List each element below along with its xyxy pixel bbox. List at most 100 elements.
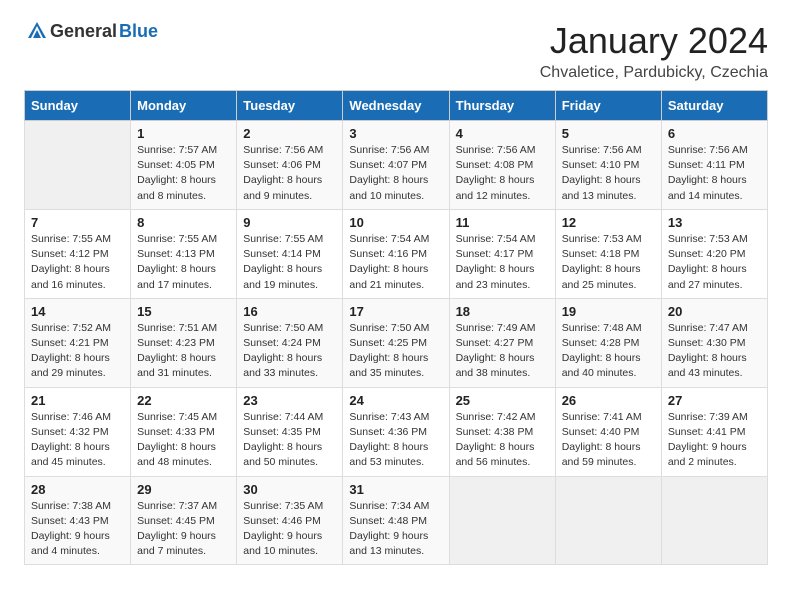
day-info: Sunrise: 7:35 AM Sunset: 4:46 PM Dayligh… xyxy=(243,499,336,560)
day-info: Sunrise: 7:46 AM Sunset: 4:32 PM Dayligh… xyxy=(31,410,124,471)
day-info: Sunrise: 7:49 AM Sunset: 4:27 PM Dayligh… xyxy=(456,321,549,382)
calendar-cell: 23 Sunrise: 7:44 AM Sunset: 4:35 PM Dayli… xyxy=(237,387,343,476)
weekday-saturday: Saturday xyxy=(661,91,767,121)
day-number: 27 xyxy=(668,393,761,408)
day-number: 13 xyxy=(668,215,761,230)
calendar-cell: 3 Sunrise: 7:56 AM Sunset: 4:07 PM Daylig… xyxy=(343,121,449,210)
day-info: Sunrise: 7:56 AM Sunset: 4:07 PM Dayligh… xyxy=(349,143,442,204)
calendar-cell: 4 Sunrise: 7:56 AM Sunset: 4:08 PM Daylig… xyxy=(449,121,555,210)
calendar-cell xyxy=(25,121,131,210)
day-info: Sunrise: 7:56 AM Sunset: 4:10 PM Dayligh… xyxy=(562,143,655,204)
day-info: Sunrise: 7:54 AM Sunset: 4:16 PM Dayligh… xyxy=(349,232,442,293)
calendar-cell: 26 Sunrise: 7:41 AM Sunset: 4:40 PM Dayli… xyxy=(555,387,661,476)
calendar-cell: 16Sunrise: 7:50 AM Sunset: 4:24 PM Dayli… xyxy=(237,298,343,387)
day-info: Sunrise: 7:38 AM Sunset: 4:43 PM Dayligh… xyxy=(31,499,124,560)
calendar-subtitle: Chvaletice, Pardubicky, Czechia xyxy=(540,64,768,82)
day-number: 24 xyxy=(349,393,442,408)
calendar-cell: 22 Sunrise: 7:45 AM Sunset: 4:33 PM Dayli… xyxy=(131,387,237,476)
day-info: Sunrise: 7:43 AM Sunset: 4:36 PM Dayligh… xyxy=(349,410,442,471)
day-number: 8 xyxy=(137,215,230,230)
day-info: Sunrise: 7:42 AM Sunset: 4:38 PM Dayligh… xyxy=(456,410,549,471)
day-info: Sunrise: 7:51 AM Sunset: 4:23 PM Dayligh… xyxy=(137,321,230,382)
day-number: 17 xyxy=(349,304,442,319)
weekday-tuesday: Tuesday xyxy=(237,91,343,121)
day-number: 2 xyxy=(243,126,336,141)
calendar-cell: 5 Sunrise: 7:56 AM Sunset: 4:10 PM Daylig… xyxy=(555,121,661,210)
logo-text-general: General xyxy=(50,21,117,42)
calendar-cell: 19Sunrise: 7:48 AM Sunset: 4:28 PM Dayli… xyxy=(555,298,661,387)
weekday-wednesday: Wednesday xyxy=(343,91,449,121)
week-row-4: 21 Sunrise: 7:46 AM Sunset: 4:32 PM Dayli… xyxy=(25,387,768,476)
day-info: Sunrise: 7:56 AM Sunset: 4:08 PM Dayligh… xyxy=(456,143,549,204)
day-info: Sunrise: 7:55 AM Sunset: 4:12 PM Dayligh… xyxy=(31,232,124,293)
day-number: 14 xyxy=(31,304,124,319)
calendar-cell: 25 Sunrise: 7:42 AM Sunset: 4:38 PM Dayli… xyxy=(449,387,555,476)
day-info: Sunrise: 7:53 AM Sunset: 4:18 PM Dayligh… xyxy=(562,232,655,293)
calendar-cell: 11Sunrise: 7:54 AM Sunset: 4:17 PM Dayli… xyxy=(449,209,555,298)
title-block: January 2024 Chvaletice, Pardubicky, Cze… xyxy=(540,20,768,82)
calendar-cell xyxy=(449,476,555,565)
day-number: 25 xyxy=(456,393,549,408)
day-info: Sunrise: 7:57 AM Sunset: 4:05 PM Dayligh… xyxy=(137,143,230,204)
day-number: 29 xyxy=(137,482,230,497)
day-number: 23 xyxy=(243,393,336,408)
calendar-cell: 27 Sunrise: 7:39 AM Sunset: 4:41 PM Dayli… xyxy=(661,387,767,476)
day-number: 7 xyxy=(31,215,124,230)
day-info: Sunrise: 7:56 AM Sunset: 4:11 PM Dayligh… xyxy=(668,143,761,204)
logo-icon xyxy=(26,20,48,42)
weekday-header-row: SundayMondayTuesdayWednesdayThursdayFrid… xyxy=(25,91,768,121)
calendar-cell: 24 Sunrise: 7:43 AM Sunset: 4:36 PM Dayli… xyxy=(343,387,449,476)
week-row-5: 28Sunrise: 7:38 AM Sunset: 4:43 PM Dayli… xyxy=(25,476,768,565)
day-info: Sunrise: 7:41 AM Sunset: 4:40 PM Dayligh… xyxy=(562,410,655,471)
weekday-monday: Monday xyxy=(131,91,237,121)
day-number: 12 xyxy=(562,215,655,230)
week-row-3: 14Sunrise: 7:52 AM Sunset: 4:21 PM Dayli… xyxy=(25,298,768,387)
calendar-cell: 17Sunrise: 7:50 AM Sunset: 4:25 PM Dayli… xyxy=(343,298,449,387)
calendar-cell: 7 Sunrise: 7:55 AM Sunset: 4:12 PM Daylig… xyxy=(25,209,131,298)
weekday-sunday: Sunday xyxy=(25,91,131,121)
day-info: Sunrise: 7:34 AM Sunset: 4:48 PM Dayligh… xyxy=(349,499,442,560)
calendar-cell: 2 Sunrise: 7:56 AM Sunset: 4:06 PM Daylig… xyxy=(237,121,343,210)
day-info: Sunrise: 7:50 AM Sunset: 4:24 PM Dayligh… xyxy=(243,321,336,382)
weekday-friday: Friday xyxy=(555,91,661,121)
logo-text-blue: Blue xyxy=(119,21,158,42)
day-info: Sunrise: 7:55 AM Sunset: 4:14 PM Dayligh… xyxy=(243,232,336,293)
calendar-cell: 14Sunrise: 7:52 AM Sunset: 4:21 PM Dayli… xyxy=(25,298,131,387)
day-number: 5 xyxy=(562,126,655,141)
day-info: Sunrise: 7:39 AM Sunset: 4:41 PM Dayligh… xyxy=(668,410,761,471)
day-info: Sunrise: 7:55 AM Sunset: 4:13 PM Dayligh… xyxy=(137,232,230,293)
calendar-cell: 30 Sunrise: 7:35 AM Sunset: 4:46 PM Dayli… xyxy=(237,476,343,565)
calendar-cell: 28Sunrise: 7:38 AM Sunset: 4:43 PM Dayli… xyxy=(25,476,131,565)
day-number: 19 xyxy=(562,304,655,319)
page-header: General Blue January 2024 Chvaletice, Pa… xyxy=(24,20,768,82)
calendar-cell: 15Sunrise: 7:51 AM Sunset: 4:23 PM Dayli… xyxy=(131,298,237,387)
calendar-cell: 10Sunrise: 7:54 AM Sunset: 4:16 PM Dayli… xyxy=(343,209,449,298)
calendar-cell: 21 Sunrise: 7:46 AM Sunset: 4:32 PM Dayli… xyxy=(25,387,131,476)
calendar-cell: 12 Sunrise: 7:53 AM Sunset: 4:18 PM Dayli… xyxy=(555,209,661,298)
day-info: Sunrise: 7:56 AM Sunset: 4:06 PM Dayligh… xyxy=(243,143,336,204)
day-number: 9 xyxy=(243,215,336,230)
day-number: 1 xyxy=(137,126,230,141)
day-info: Sunrise: 7:45 AM Sunset: 4:33 PM Dayligh… xyxy=(137,410,230,471)
day-info: Sunrise: 7:44 AM Sunset: 4:35 PM Dayligh… xyxy=(243,410,336,471)
calendar-title: January 2024 xyxy=(540,20,768,62)
day-info: Sunrise: 7:37 AM Sunset: 4:45 PM Dayligh… xyxy=(137,499,230,560)
day-info: Sunrise: 7:53 AM Sunset: 4:20 PM Dayligh… xyxy=(668,232,761,293)
day-number: 31 xyxy=(349,482,442,497)
day-number: 3 xyxy=(349,126,442,141)
calendar-cell: 31 Sunrise: 7:34 AM Sunset: 4:48 PM Dayli… xyxy=(343,476,449,565)
day-number: 26 xyxy=(562,393,655,408)
day-number: 22 xyxy=(137,393,230,408)
week-row-2: 7 Sunrise: 7:55 AM Sunset: 4:12 PM Daylig… xyxy=(25,209,768,298)
day-number: 4 xyxy=(456,126,549,141)
calendar-cell: 9 Sunrise: 7:55 AM Sunset: 4:14 PM Daylig… xyxy=(237,209,343,298)
day-number: 21 xyxy=(31,393,124,408)
day-number: 18 xyxy=(456,304,549,319)
day-number: 20 xyxy=(668,304,761,319)
day-number: 6 xyxy=(668,126,761,141)
calendar-cell xyxy=(661,476,767,565)
calendar-cell: 6 Sunrise: 7:56 AM Sunset: 4:11 PM Daylig… xyxy=(661,121,767,210)
calendar-cell: 8 Sunrise: 7:55 AM Sunset: 4:13 PM Daylig… xyxy=(131,209,237,298)
day-number: 30 xyxy=(243,482,336,497)
day-info: Sunrise: 7:54 AM Sunset: 4:17 PM Dayligh… xyxy=(456,232,549,293)
